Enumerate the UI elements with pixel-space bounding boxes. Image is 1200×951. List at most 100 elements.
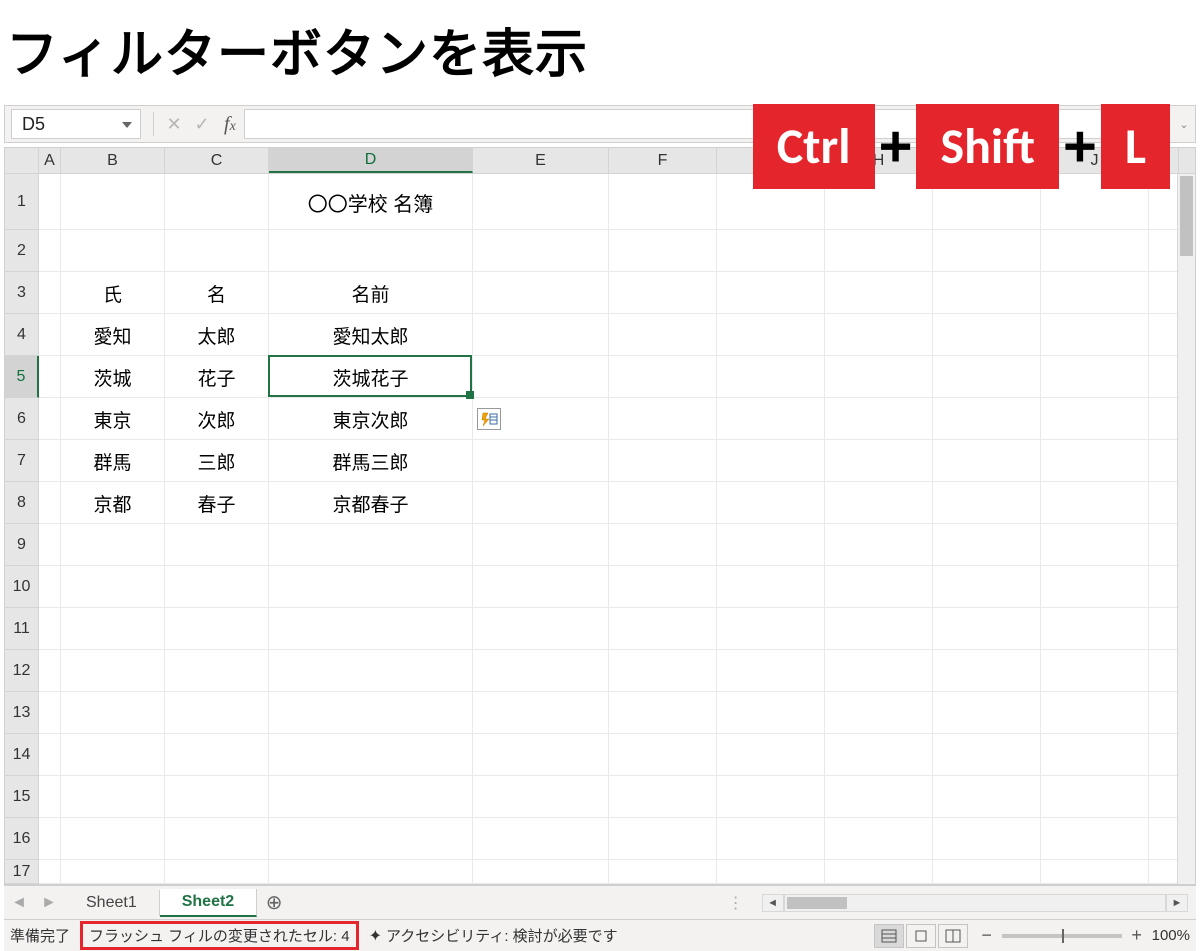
- cells-area[interactable]: 〇〇学校 名簿氏名名前愛知太郎愛知太郎茨城花子茨城花子東京次郎東京次郎群馬三郎群…: [39, 174, 1195, 884]
- cell[interactable]: [717, 272, 825, 314]
- cell[interactable]: [61, 818, 165, 860]
- tab-prev-icon[interactable]: ◄: [4, 894, 34, 912]
- cell-C8[interactable]: 春子: [165, 482, 269, 524]
- col-header-C[interactable]: C: [165, 148, 269, 173]
- view-page-layout-icon[interactable]: [906, 924, 936, 948]
- cell[interactable]: [473, 174, 609, 230]
- cell[interactable]: [61, 776, 165, 818]
- cell[interactable]: [473, 524, 609, 566]
- cell-D4[interactable]: 愛知太郎: [269, 314, 473, 356]
- cell[interactable]: [825, 482, 933, 524]
- cell[interactable]: [1041, 230, 1149, 272]
- view-page-break-icon[interactable]: [938, 924, 968, 948]
- row-header-14[interactable]: 14: [5, 734, 39, 776]
- horizontal-scrollbar[interactable]: [784, 894, 1166, 912]
- cell[interactable]: [1149, 566, 1179, 608]
- row-header-12[interactable]: 12: [5, 650, 39, 692]
- cell[interactable]: [825, 398, 933, 440]
- row-header-2[interactable]: 2: [5, 230, 39, 272]
- cell[interactable]: [39, 566, 61, 608]
- cell[interactable]: [39, 314, 61, 356]
- cell[interactable]: [717, 566, 825, 608]
- cell[interactable]: [717, 524, 825, 566]
- cell[interactable]: [269, 230, 473, 272]
- cell[interactable]: [933, 860, 1041, 884]
- cell[interactable]: [1041, 398, 1149, 440]
- cell[interactable]: [933, 734, 1041, 776]
- cell[interactable]: [473, 734, 609, 776]
- cell[interactable]: [473, 440, 609, 482]
- cell[interactable]: [1149, 818, 1179, 860]
- tab-next-icon[interactable]: ►: [34, 894, 64, 912]
- cell[interactable]: [473, 692, 609, 734]
- cell[interactable]: [933, 272, 1041, 314]
- cell[interactable]: [825, 608, 933, 650]
- cell[interactable]: [717, 692, 825, 734]
- spreadsheet-grid[interactable]: ABCDEFGHIJK 1234567891011121314151617 〇〇…: [4, 147, 1196, 885]
- add-sheet-icon[interactable]: ⊕: [257, 890, 291, 915]
- cell[interactable]: [269, 776, 473, 818]
- sheet-tab-1[interactable]: Sheet1: [64, 890, 160, 916]
- row-header-13[interactable]: 13: [5, 692, 39, 734]
- cell[interactable]: [165, 650, 269, 692]
- cell[interactable]: [1041, 524, 1149, 566]
- cell[interactable]: [1041, 440, 1149, 482]
- cell[interactable]: [609, 230, 717, 272]
- cell[interactable]: [933, 356, 1041, 398]
- cell[interactable]: [39, 230, 61, 272]
- cell[interactable]: [39, 860, 61, 884]
- col-header-F[interactable]: F: [609, 148, 717, 173]
- cell[interactable]: [39, 692, 61, 734]
- cell[interactable]: [1041, 650, 1149, 692]
- cell[interactable]: [1149, 776, 1179, 818]
- cell[interactable]: [825, 272, 933, 314]
- cell[interactable]: [609, 356, 717, 398]
- cell[interactable]: [825, 860, 933, 884]
- cell[interactable]: [39, 650, 61, 692]
- cell[interactable]: [165, 566, 269, 608]
- cell[interactable]: [1149, 398, 1179, 440]
- row-header-5[interactable]: 5: [5, 356, 39, 398]
- cell[interactable]: [61, 230, 165, 272]
- cell-D6[interactable]: 東京次郎: [269, 398, 473, 440]
- cell[interactable]: [61, 734, 165, 776]
- cell[interactable]: [39, 482, 61, 524]
- cell[interactable]: [269, 650, 473, 692]
- cell[interactable]: [1149, 860, 1179, 884]
- cell-B3[interactable]: 氏: [61, 272, 165, 314]
- cell[interactable]: [1149, 524, 1179, 566]
- cell[interactable]: [825, 356, 933, 398]
- cell-C5[interactable]: 花子: [165, 356, 269, 398]
- cell[interactable]: [1149, 272, 1179, 314]
- cell[interactable]: [473, 860, 609, 884]
- zoom-slider[interactable]: [1002, 934, 1122, 938]
- cell-B7[interactable]: 群馬: [61, 440, 165, 482]
- cell[interactable]: [473, 608, 609, 650]
- scrollbar-thumb[interactable]: [787, 897, 847, 909]
- cell[interactable]: [717, 230, 825, 272]
- cell[interactable]: [933, 524, 1041, 566]
- cell[interactable]: [933, 230, 1041, 272]
- cell[interactable]: [1149, 482, 1179, 524]
- row-header-16[interactable]: 16: [5, 818, 39, 860]
- cell[interactable]: [609, 608, 717, 650]
- cell[interactable]: [1149, 608, 1179, 650]
- cell[interactable]: [1041, 860, 1149, 884]
- cell[interactable]: [269, 608, 473, 650]
- cell[interactable]: [61, 566, 165, 608]
- cell-D1[interactable]: 〇〇学校 名簿: [269, 174, 473, 230]
- cell[interactable]: [1149, 314, 1179, 356]
- cell[interactable]: [1149, 692, 1179, 734]
- cell[interactable]: [717, 608, 825, 650]
- cell[interactable]: [717, 734, 825, 776]
- cell[interactable]: [609, 524, 717, 566]
- cell[interactable]: [609, 174, 717, 230]
- cell[interactable]: [609, 482, 717, 524]
- cell[interactable]: [61, 174, 165, 230]
- cell[interactable]: [825, 650, 933, 692]
- col-header-E[interactable]: E: [473, 148, 609, 173]
- cell[interactable]: [61, 650, 165, 692]
- cell[interactable]: [269, 566, 473, 608]
- cell[interactable]: [825, 314, 933, 356]
- cell[interactable]: [165, 230, 269, 272]
